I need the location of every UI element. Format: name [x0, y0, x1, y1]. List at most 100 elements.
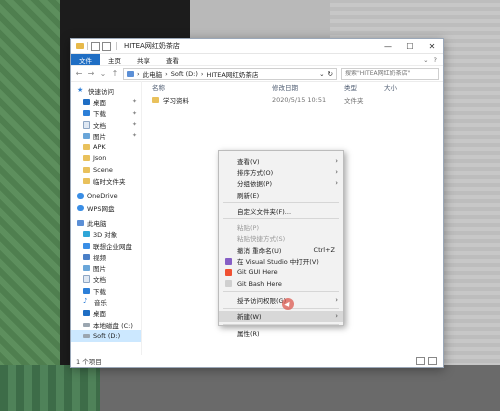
lenovo-cloud-icon	[83, 242, 90, 249]
menu-item-paste-shortcut: 粘贴快捷方式(S)	[219, 233, 343, 244]
refresh-icon[interactable]: ↻	[328, 70, 333, 78]
sidebar-item-pc-documents[interactable]: 文档	[71, 274, 141, 285]
star-icon: ★	[77, 86, 84, 95]
menu-item-undo-rename[interactable]: 撤消 重命名(U) Ctrl+Z	[219, 244, 343, 255]
maximize-button[interactable]: ☐	[399, 39, 421, 53]
large-icons-view-icon[interactable]	[428, 357, 437, 365]
menu-separator	[223, 202, 339, 204]
desktop-icon	[83, 310, 90, 317]
sidebar-item-music[interactable]: ♪ 音乐	[71, 296, 141, 307]
menu-item-customize-folder[interactable]: 自定义文件夹(F)...	[219, 205, 343, 216]
menu-item-label: 在 Visual Studio 中打开(V)	[237, 258, 319, 267]
desktop-icon	[83, 98, 90, 105]
folder-icon	[76, 43, 84, 49]
title-bar[interactable]: HITEA网红奶茶店 — ☐ ✕	[71, 39, 443, 54]
column-name-header[interactable]: 名称	[142, 82, 272, 92]
file-row[interactable]: 学习资料 2020/5/15 10:51 文件夹	[142, 94, 443, 106]
properties-quick-icon[interactable]	[91, 41, 100, 51]
menu-item-git-bash[interactable]: Git Bash Here	[219, 278, 343, 289]
menu-item-refresh[interactable]: 刷新(E)	[219, 189, 343, 200]
minimize-button[interactable]: —	[377, 39, 399, 53]
sidebar-item-label: 快速访问	[88, 87, 114, 96]
chevron-right-icon: ›	[335, 312, 338, 321]
details-view-icon[interactable]	[416, 357, 425, 365]
sidebar-item-pc-desktop[interactable]: 桌面	[71, 308, 141, 319]
menu-item-grant-access[interactable]: 授予访问权限(G) ›	[219, 294, 343, 305]
file-date: 2020/5/15 10:51	[272, 96, 327, 104]
sidebar-item-desktop[interactable]: 桌面 ✦	[71, 96, 141, 107]
tab-view[interactable]: 查看	[158, 54, 187, 65]
menu-item-label: Git Bash Here	[237, 279, 282, 288]
menu-item-label: 粘贴(P)	[237, 224, 259, 233]
search-input[interactable]	[345, 70, 435, 77]
menu-item-label: 刷新(E)	[237, 191, 260, 200]
menu-item-view[interactable]: 查看(V) ›	[219, 155, 343, 166]
pictures-icon	[83, 265, 90, 272]
breadcrumb-current-folder[interactable]: HITEA网红奶茶店	[207, 69, 259, 79]
menu-item-label: 撤消 重命名(U)	[237, 246, 282, 255]
context-menu: 查看(V) › 排序方式(O) › 分组依据(P) › 刷新(E) 自定义文件夹…	[218, 150, 344, 338]
navigation-pane: ★ 快速访问 桌面 ✦ 下载 ✦ 文档 ✦ 图片 ✦ APK Json Scen…	[71, 81, 142, 355]
sidebar-item-apk[interactable]: APK	[71, 141, 141, 152]
menu-item-open-visual-studio[interactable]: 在 Visual Studio 中打开(V)	[219, 255, 343, 266]
breadcrumb-soft-d[interactable]: Soft (D:)	[171, 70, 198, 78]
menu-separator	[223, 291, 339, 293]
pictures-icon	[83, 132, 90, 139]
menu-item-group-by[interactable]: 分组依据(P) ›	[219, 178, 343, 189]
sidebar-item-3d-objects[interactable]: 3D 对象	[71, 229, 141, 240]
sidebar-item-this-pc[interactable]: 此电脑	[71, 217, 141, 228]
sidebar-item-lenovo-cloud[interactable]: 联想企业网盘	[71, 240, 141, 251]
sidebar-item-drive-d[interactable]: Soft (D:)	[71, 330, 141, 342]
address-bar[interactable]: › 此电脑 › Soft (D:) › HITEA网红奶茶店 ⌄ ↻	[123, 67, 337, 80]
download-icon	[83, 110, 90, 117]
menu-item-git-gui[interactable]: Git GUI Here	[219, 267, 343, 278]
back-arrow-icon[interactable]: ←	[75, 69, 83, 78]
sidebar-item-pc-pictures[interactable]: 图片	[71, 262, 141, 273]
sidebar-item-label: 联想企业网盘	[93, 242, 132, 251]
tab-file[interactable]: 文件	[71, 54, 100, 65]
sidebar-item-label: 音乐	[94, 298, 107, 307]
column-type-header[interactable]: 类型	[344, 82, 384, 92]
sidebar-item-documents[interactable]: 文档 ✦	[71, 119, 141, 130]
column-date-header[interactable]: 修改日期	[272, 82, 344, 92]
new-folder-quick-icon[interactable]	[102, 41, 111, 51]
forward-arrow-icon[interactable]: →	[87, 69, 95, 78]
tab-share[interactable]: 共享	[129, 54, 158, 65]
menu-item-new[interactable]: 新建(W) ›	[219, 310, 343, 322]
sidebar-item-label: 图片	[93, 265, 106, 274]
sidebar-item-label: Scene	[93, 165, 113, 174]
window-title: HITEA网红奶茶店	[124, 42, 180, 50]
menu-item-label: 查看(V)	[237, 157, 260, 166]
sidebar-item-label: 3D 对象	[93, 231, 118, 240]
search-box[interactable]	[341, 67, 439, 80]
address-dropdown-icon[interactable]: ⌄	[319, 70, 324, 78]
sidebar-item-videos[interactable]: 视频	[71, 251, 141, 262]
expand-ribbon-icon[interactable]: ⌄	[423, 56, 428, 64]
chevron-right-icon: ›	[335, 167, 338, 176]
recent-locations-icon[interactable]: ⌄	[99, 69, 107, 78]
close-button[interactable]: ✕	[421, 39, 443, 53]
sidebar-item-scene[interactable]: Scene	[71, 164, 141, 175]
sidebar-item-downloads[interactable]: 下载 ✦	[71, 108, 141, 119]
column-size-header[interactable]: 大小	[384, 82, 424, 92]
menu-item-sort-by[interactable]: 排序方式(O) ›	[219, 166, 343, 177]
menu-item-properties[interactable]: 属性(R)	[219, 327, 343, 338]
sidebar-item-pictures[interactable]: 图片 ✦	[71, 130, 141, 141]
breadcrumb-separator: ›	[165, 69, 168, 78]
sidebar-item-temp-folder[interactable]: 临时文件夹	[71, 175, 141, 186]
sidebar-item-json[interactable]: Json	[71, 153, 141, 164]
sidebar-item-wps[interactable]: WPS网盘	[71, 202, 141, 213]
up-arrow-icon[interactable]: ↑	[111, 69, 119, 78]
folder-icon	[83, 166, 90, 173]
pin-icon: ✦	[131, 121, 137, 129]
sidebar-item-quick-access[interactable]: ★ 快速访问	[71, 85, 141, 96]
tab-home[interactable]: 主页	[100, 54, 129, 65]
sidebar-item-onedrive[interactable]: OneDrive	[71, 191, 141, 202]
ribbon-tabs: 文件 主页 共享 查看 ⌄ ?	[71, 54, 443, 66]
breadcrumb-this-pc[interactable]: 此电脑	[143, 69, 163, 79]
sidebar-item-drive-c[interactable]: 本地磁盘 (C:)	[71, 319, 141, 330]
sidebar-item-label: 下载	[93, 110, 106, 119]
address-toolbar: ← → ⌄ ↑ › 此电脑 › Soft (D:) › HITEA网红奶茶店 ⌄…	[71, 66, 443, 82]
sidebar-item-pc-downloads[interactable]: 下载	[71, 285, 141, 296]
help-icon[interactable]: ?	[434, 56, 437, 64]
